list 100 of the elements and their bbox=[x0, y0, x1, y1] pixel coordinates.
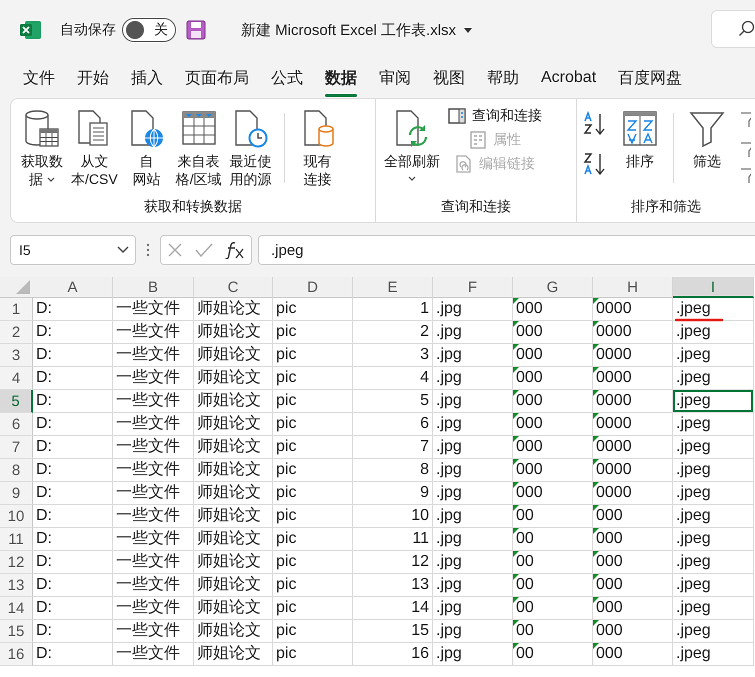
cell-text: 师姐论文 bbox=[197, 530, 261, 547]
column-header[interactable]: H bbox=[593, 277, 673, 298]
ribbon-button[interactable] bbox=[583, 151, 607, 177]
ribbon-tab[interactable]: 页面布局 bbox=[174, 62, 260, 94]
cell-text: 16 bbox=[411, 645, 429, 662]
caret-icon[interactable] bbox=[464, 28, 472, 32]
row-header[interactable]: 4 bbox=[0, 367, 33, 390]
row-header[interactable]: 13 bbox=[0, 574, 33, 597]
cell-text: pic bbox=[276, 346, 296, 363]
cell-text: 000 bbox=[516, 484, 543, 501]
cell-text: pic bbox=[276, 300, 296, 317]
cell-text: 000 bbox=[516, 415, 543, 432]
cell-text: .jpeg bbox=[676, 645, 711, 662]
cell-text: 000 bbox=[516, 392, 543, 409]
ribbon-tab[interactable]: 开始 bbox=[66, 62, 120, 94]
column-header[interactable]: D bbox=[273, 277, 353, 298]
ribbon-button[interactable]: 来自表 格/区域 bbox=[174, 107, 224, 190]
column-header[interactable]: E bbox=[353, 277, 433, 298]
ribbon-tab[interactable]: 视图 bbox=[422, 62, 476, 94]
column-header[interactable]: C bbox=[194, 277, 273, 298]
column-header[interactable]: G bbox=[513, 277, 593, 298]
row-header[interactable]: 2 bbox=[0, 321, 33, 344]
cell-text: D: bbox=[36, 392, 52, 409]
autosave-toggle[interactable]: 关 bbox=[122, 18, 176, 42]
ribbon-tab[interactable]: 插入 bbox=[120, 62, 174, 94]
ribbon-button[interactable] bbox=[583, 111, 607, 137]
name-box[interactable]: I5 bbox=[10, 235, 136, 265]
row-header[interactable]: 10 bbox=[0, 505, 33, 528]
column-header[interactable]: F bbox=[433, 277, 513, 298]
cell-text: D: bbox=[36, 369, 52, 386]
checkmark-icon[interactable] bbox=[195, 242, 213, 258]
cell-text: D: bbox=[36, 484, 52, 501]
ribbon-button[interactable]: 筛选 bbox=[682, 107, 732, 172]
ribbon-tab[interactable]: 文件 bbox=[12, 62, 66, 94]
row-header[interactable]: 3 bbox=[0, 344, 33, 367]
ribbon-button[interactable]: 自 网站 bbox=[122, 107, 172, 190]
ribbon-button[interactable]: 排序 bbox=[615, 107, 665, 172]
cell-text: 6 bbox=[420, 415, 429, 432]
row-header[interactable]: 7 bbox=[0, 436, 33, 459]
ribbon-tab[interactable]: 数据 bbox=[314, 62, 368, 94]
row-header[interactable]: 5 bbox=[0, 390, 33, 413]
cell-text: .jpg bbox=[436, 507, 462, 524]
cell-text: 0000 bbox=[596, 369, 632, 386]
ribbon-tab[interactable]: 帮助 bbox=[476, 62, 530, 94]
chevron-down-icon bbox=[117, 246, 129, 254]
ribbon-button[interactable]: 获取数 据 bbox=[17, 107, 67, 190]
drag-handle-icon[interactable] bbox=[146, 243, 150, 257]
ribbon-button[interactable]: 全部刷新 bbox=[382, 107, 442, 184]
cell-text: 000 bbox=[516, 300, 543, 317]
cell-text: .jpg bbox=[436, 645, 462, 662]
document-title[interactable]: 新建 Microsoft Excel 工作表.xlsx bbox=[241, 20, 456, 40]
ribbon-button[interactable]: 查询和连接 bbox=[448, 107, 542, 125]
column-header[interactable]: A bbox=[33, 277, 113, 298]
cell-text: 1 bbox=[420, 300, 429, 317]
ribbon-tab[interactable]: Acrobat bbox=[530, 63, 608, 93]
formula-field[interactable]: .jpeg bbox=[258, 235, 755, 265]
cell-text: 000 bbox=[596, 553, 623, 570]
ribbon-tab[interactable]: 审阅 bbox=[368, 62, 422, 94]
cell-text: 0000 bbox=[596, 438, 632, 455]
excel-logo-icon bbox=[20, 19, 42, 41]
cell-text: 师姐论文 bbox=[197, 323, 261, 340]
row-header[interactable]: 8 bbox=[0, 459, 33, 482]
cell-text: 9 bbox=[420, 484, 429, 501]
cell-text: 00 bbox=[516, 645, 534, 662]
cell-text: pic bbox=[276, 622, 296, 639]
cell-text: 000 bbox=[516, 323, 543, 340]
ribbon-button[interactable]: 现有 连接 bbox=[292, 107, 343, 190]
cell-text: pic bbox=[276, 461, 296, 478]
row-header[interactable]: 16 bbox=[0, 643, 33, 666]
column-header[interactable]: I bbox=[673, 277, 754, 298]
column-header[interactable]: B bbox=[113, 277, 194, 298]
cell-text: .jpg bbox=[436, 622, 462, 639]
cell-text: 000 bbox=[596, 530, 623, 547]
cell-text: 000 bbox=[516, 461, 543, 478]
ribbon-button[interactable]: 从文 本/CSV bbox=[69, 107, 120, 190]
function-icon[interactable] bbox=[225, 241, 245, 259]
cell-text: .jpeg bbox=[676, 438, 711, 455]
row-header[interactable]: 9 bbox=[0, 482, 33, 505]
cell-text: 00 bbox=[516, 576, 534, 593]
row-header[interactable]: 14 bbox=[0, 597, 33, 620]
save-icon[interactable] bbox=[185, 19, 207, 41]
cell-text: pic bbox=[276, 438, 296, 455]
cell-text: pic bbox=[276, 599, 296, 616]
row-header[interactable]: 1 bbox=[0, 298, 33, 321]
row-header[interactable]: 15 bbox=[0, 620, 33, 643]
ribbon-tab[interactable]: 公式 bbox=[260, 62, 314, 94]
cell-text: 一些文件 bbox=[116, 553, 180, 570]
properties-icon bbox=[469, 131, 487, 149]
row-header[interactable]: 6 bbox=[0, 413, 33, 436]
cell-text: 师姐论文 bbox=[197, 484, 261, 501]
cell-text: .jpeg bbox=[676, 369, 711, 386]
row-header[interactable]: 12 bbox=[0, 551, 33, 574]
cell-text: 3 bbox=[420, 346, 429, 363]
cell-text: 12 bbox=[411, 553, 429, 570]
row-header[interactable]: 11 bbox=[0, 528, 33, 551]
cell-text: .jpg bbox=[436, 323, 462, 340]
cell-text: 一些文件 bbox=[116, 530, 180, 547]
ribbon-tab[interactable]: 百度网盘 bbox=[607, 62, 694, 94]
cell-text: 师姐论文 bbox=[197, 507, 261, 524]
ribbon-button[interactable]: 最近使 用的源 bbox=[226, 107, 276, 190]
